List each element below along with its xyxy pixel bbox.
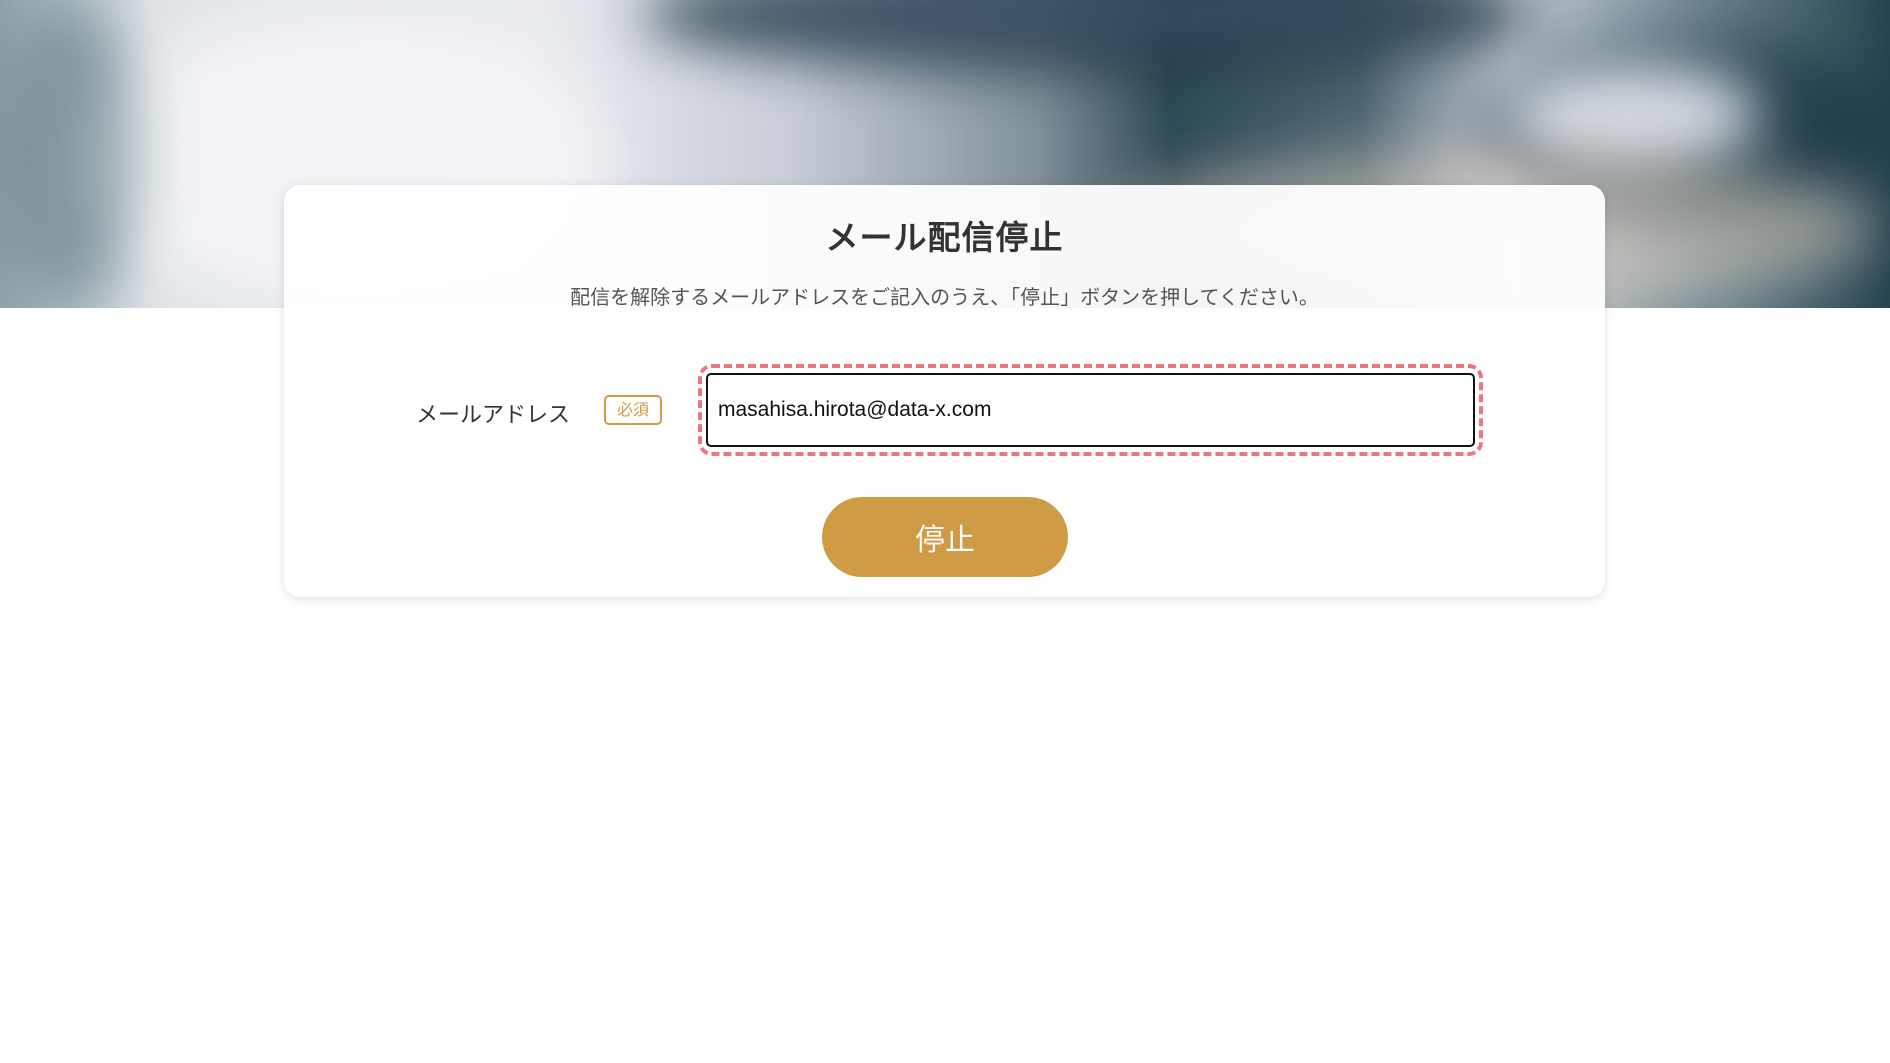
page-description: 配信を解除するメールアドレスをご記入のうえ、「停止」ボタンを押してください。 (570, 285, 1319, 309)
hero-blur-left (0, 0, 140, 308)
page-title: メール配信停止 (825, 218, 1064, 257)
email-field[interactable] (706, 373, 1475, 447)
hero-blur-screen (740, 0, 1440, 26)
unsubscribe-form-card: メール配信停止 配信を解除するメールアドレスをご記入のうえ、「停止」ボタンを押し… (284, 185, 1605, 597)
required-badge: 必須 (604, 395, 662, 425)
stop-button[interactable]: 停止 (822, 497, 1068, 577)
email-label: メールアドレス (416, 403, 571, 428)
